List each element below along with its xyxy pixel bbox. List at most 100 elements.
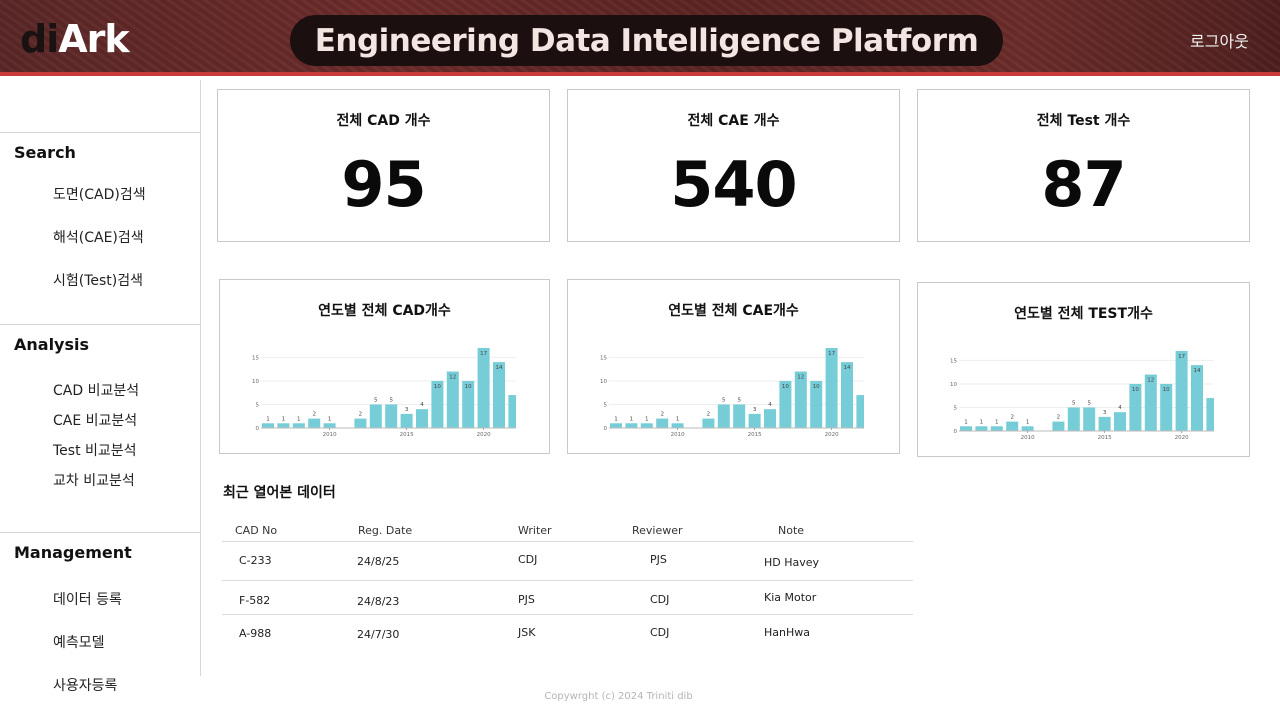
sidebar-item-prediction-model[interactable]: 예측모델 <box>53 632 105 652</box>
column-header: Note <box>778 524 805 537</box>
y-tick-label: 10 <box>600 379 607 385</box>
bar-data-label: 17 <box>828 351 835 357</box>
bar-data-label: 2 <box>359 412 363 418</box>
sidebar-item-data-register[interactable]: 데이터 등록 <box>53 589 122 609</box>
bar <box>1098 416 1111 431</box>
bar-data-label: 5 <box>722 397 726 403</box>
bar <box>292 423 305 428</box>
bar-data-label: 12 <box>1147 378 1154 384</box>
chart-card-test: 연도별 전체 TEST개수 0 5 10 15 1 1 1 2 1 2 5 5 3 4 10 12 10 17 14… <box>917 282 1250 457</box>
bar <box>493 362 505 428</box>
sidebar-divider <box>0 324 200 325</box>
bar-data-label: 1 <box>964 419 968 425</box>
bar <box>1191 365 1203 431</box>
sidebar: Search 도면(CAD)검색 해석(CAE)검색 시험(Test)검색 An… <box>0 80 201 694</box>
y-tick-label: 15 <box>950 358 957 364</box>
bar-data-label: 1 <box>297 416 301 422</box>
row-divider <box>222 541 913 542</box>
sidebar-section-search: Search <box>14 143 76 162</box>
bar-data-label: 10 <box>782 384 789 390</box>
bar-data-label: 4 <box>420 402 424 408</box>
bar-data-label: 17 <box>480 351 487 357</box>
y-tick-label: 0 <box>256 426 260 432</box>
x-tick-label: 2010 <box>323 432 337 438</box>
y-tick-label: 0 <box>604 426 608 432</box>
bar <box>323 423 336 428</box>
bar-data-label: 1 <box>645 416 649 422</box>
bar <box>856 395 864 428</box>
bar <box>1006 421 1019 431</box>
sidebar-item-cad-compare[interactable]: CAD 비교분석 <box>53 380 139 400</box>
stat-card-cad: 전체 CAD 개수 95 <box>217 89 550 242</box>
stat-card-cae: 전체 CAE 개수 540 <box>567 89 900 242</box>
x-tick-label: 2015 <box>1098 435 1112 441</box>
bar-data-label: 12 <box>449 375 456 381</box>
sidebar-item-cae-search[interactable]: 해석(CAE)검색 <box>53 227 144 247</box>
sidebar-item-test-compare[interactable]: Test 비교분석 <box>53 440 137 460</box>
bar-data-label: 1 <box>614 416 618 422</box>
bar-data-label: 4 <box>1118 405 1122 411</box>
bar-data-label: 1 <box>630 416 634 422</box>
bar <box>369 404 382 428</box>
bar-data-label: 2 <box>707 412 711 418</box>
bar <box>640 423 653 428</box>
bar-data-label: 10 <box>465 384 472 390</box>
bar-data-label: 2 <box>1057 415 1061 421</box>
y-tick-label: 0 <box>954 429 958 435</box>
sidebar-item-cad-search[interactable]: 도면(CAD)검색 <box>53 184 146 204</box>
x-tick-label: 2020 <box>825 432 839 438</box>
sidebar-section-analysis: Analysis <box>14 335 90 354</box>
y-tick-label: 15 <box>252 355 259 361</box>
bar-data-label: 3 <box>405 407 409 413</box>
bar-data-label: 2 <box>660 412 664 418</box>
bar-data-label: 1 <box>266 416 270 422</box>
bar-data-label: 4 <box>768 402 772 408</box>
bar-data-label: 10 <box>1132 387 1139 393</box>
bar <box>1175 351 1188 431</box>
bar <box>990 426 1003 431</box>
sidebar-item-cross-compare[interactable]: 교차 비교분석 <box>53 470 135 490</box>
cell-note: Kia Motor <box>764 591 817 604</box>
bar <box>1206 398 1214 431</box>
y-tick-label: 5 <box>604 402 608 408</box>
bar-data-label: 14 <box>1194 368 1201 374</box>
bar-data-label: 17 <box>1178 354 1185 360</box>
bar-chart: 0510151 1 12125 53410121017142010 2015 2020 <box>600 348 864 438</box>
bar <box>1114 412 1126 431</box>
bar <box>671 423 684 428</box>
x-tick-label: 2015 <box>748 432 762 438</box>
cell-note: HanHwa <box>764 626 810 639</box>
bar-data-label: 5 <box>1072 400 1076 406</box>
bar <box>717 404 730 428</box>
logout-button[interactable]: 로그아웃 <box>1190 28 1249 52</box>
stat-value: 95 <box>341 148 426 221</box>
x-tick-label: 2010 <box>671 432 685 438</box>
x-tick-label: 2020 <box>477 432 491 438</box>
logo-di: di <box>20 17 59 61</box>
column-header: CAD No <box>235 524 278 537</box>
app-logo[interactable]: diArk <box>20 16 130 62</box>
cell-reg-date: 24/8/25 <box>357 555 400 568</box>
bar-data-label: 12 <box>797 375 804 381</box>
bar <box>825 348 838 428</box>
bar-data-label: 1 <box>995 419 999 425</box>
bar <box>354 418 367 428</box>
bar-data-label: 5 <box>737 397 741 403</box>
bar <box>748 413 761 428</box>
bar-data-label: 14 <box>496 365 503 371</box>
recent-data-title: 최근 열어본 데이터 <box>223 485 336 501</box>
bar <box>1067 407 1080 431</box>
cell-note: HD Havey <box>764 556 820 569</box>
sidebar-item-cae-compare[interactable]: CAE 비교분석 <box>53 410 137 430</box>
bar-data-label: 1 <box>676 416 680 422</box>
sidebar-item-test-search[interactable]: 시험(Test)검색 <box>53 270 143 290</box>
bar-data-label: 5 <box>1087 400 1091 406</box>
bar-data-label: 14 <box>844 365 851 371</box>
chart-card-cad: 연도별 전체 CAD개수 0 5 10 15 1 1 1 2 1 2 5 5 3 4 10 12 10 17 14 2… <box>219 279 550 454</box>
bar-data-label: 1 <box>328 416 332 422</box>
bar-data-label: 1 <box>282 416 286 422</box>
chart-card-cae: 연도별 전체 CAE개수 0 5 10 15 1 1 1 2 1 2 5 5 3 4 10 12 10 17 14 2… <box>567 279 900 454</box>
bar <box>764 409 776 428</box>
bar-data-label: 1 <box>980 419 984 425</box>
bar-data-label: 3 <box>753 407 757 413</box>
